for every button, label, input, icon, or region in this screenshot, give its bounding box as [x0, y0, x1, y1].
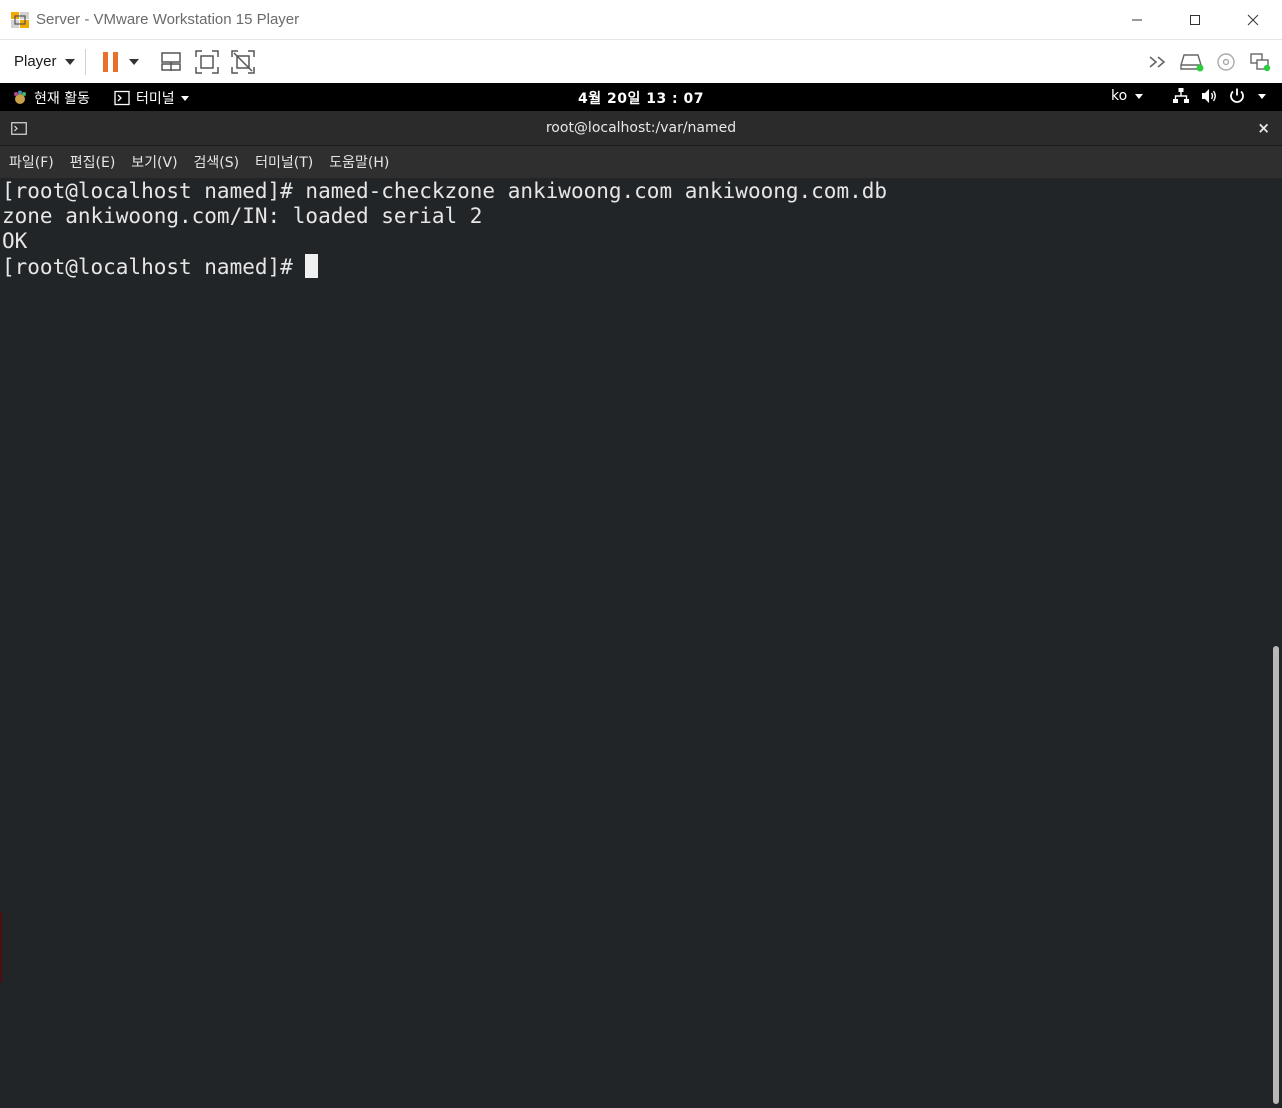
input-language-label: ko: [1111, 88, 1128, 104]
terminal-output[interactable]: [root@localhost named]# named-checkzone …: [0, 178, 1282, 1108]
power-dropdown-button[interactable]: [126, 47, 142, 77]
terminal-title: root@localhost:/var/named: [545, 120, 737, 136]
send-ctrl-alt-del-button[interactable]: [156, 47, 186, 77]
vmware-toolbar: Player: [0, 40, 1282, 83]
menu-file[interactable]: 파일(F): [9, 152, 54, 172]
network-wired-icon: [1173, 88, 1189, 103]
unity-mode-button[interactable]: [228, 47, 258, 77]
menu-view[interactable]: 보기(V): [131, 152, 177, 172]
maximize-button[interactable]: [1166, 0, 1224, 40]
network-adapter-icon[interactable]: [1246, 47, 1274, 77]
input-language-button[interactable]: ko: [1111, 88, 1144, 104]
terminal-prompt-line: [root@localhost named]#: [2, 254, 1282, 280]
more-devices-icon[interactable]: [1144, 47, 1172, 77]
chevron-down-icon: [64, 58, 75, 65]
volume-icon: [1202, 89, 1216, 103]
menu-search[interactable]: 검색(S): [194, 152, 240, 172]
gnome-top-bar: 현재 활동 터미널 4월 20일 13 : 07 ko: [0, 83, 1282, 111]
vmware-logo-icon: [10, 10, 30, 30]
player-menu-label: Player: [14, 53, 57, 70]
cd-dvd-icon[interactable]: [1212, 47, 1240, 77]
minimize-button[interactable]: [1108, 0, 1166, 40]
chevron-down-icon: [1258, 93, 1266, 99]
chevron-down-icon: [128, 58, 139, 65]
window-title: Server - VMware Workstation 15 Player: [36, 11, 300, 28]
terminal-headerbar: root@localhost:/var/named ×: [0, 111, 1282, 146]
text-cursor: [305, 254, 319, 278]
clock[interactable]: 4월 20일 13 : 07: [0, 88, 1282, 108]
chevron-down-icon: [1135, 93, 1144, 99]
power-icon: [1230, 88, 1244, 103]
player-menu-button[interactable]: Player: [14, 53, 75, 70]
terminal-line: zone ankiwoong.com/IN: loaded serial 2: [2, 204, 483, 228]
hard-disk-icon[interactable]: [1178, 47, 1206, 77]
menu-help[interactable]: 도움말(H): [329, 152, 389, 172]
toolbar-divider: [84, 48, 86, 75]
terminal-line: OK: [2, 229, 28, 253]
pause-button[interactable]: [96, 47, 126, 77]
shell-prompt: [root@localhost named]#: [2, 255, 306, 279]
terminal-line: [root@localhost named]# named-checkzone …: [2, 179, 888, 203]
menu-terminal[interactable]: 터미널(T): [255, 152, 313, 172]
terminal-menubar: 파일(F) 편집(E) 보기(V) 검색(S) 터미널(T) 도움말(H): [0, 146, 1282, 178]
fullscreen-button[interactable]: [192, 47, 222, 77]
close-terminal-button[interactable]: ×: [1257, 119, 1270, 137]
menu-edit[interactable]: 편집(E): [70, 152, 116, 172]
scrollbar-thumb[interactable]: [1273, 646, 1279, 1104]
window-edge-accent: [0, 912, 2, 982]
close-window-button[interactable]: [1224, 0, 1282, 40]
window-titlebar: Server - VMware Workstation 15 Player: [0, 0, 1282, 40]
system-menu-button[interactable]: [1172, 87, 1266, 105]
